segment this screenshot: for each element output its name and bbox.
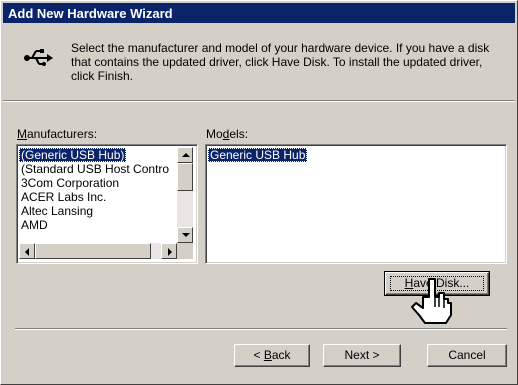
next-button[interactable]: Next > <box>323 344 401 367</box>
back-button[interactable]: < Back <box>234 344 310 367</box>
manufacturer-item[interactable]: ACER Labs Inc. <box>19 190 108 204</box>
vertical-scroll-thumb[interactable] <box>177 163 193 191</box>
manufacturers-label: Manufacturers: <box>17 127 98 141</box>
manufacturer-item[interactable]: 3Com Corporation <box>19 176 121 190</box>
instructions-text: Select the manufacturer and model of you… <box>71 41 490 83</box>
scroll-up-button[interactable] <box>177 147 193 163</box>
model-item[interactable]: Generic USB Hub <box>208 148 308 162</box>
horizontal-scroll-thumb[interactable] <box>35 243 151 259</box>
cancel-button[interactable]: Cancel <box>427 344 507 367</box>
header-divider-highlight <box>3 101 515 102</box>
manufacturer-item[interactable]: (Standard USB Host Contro <box>19 162 171 176</box>
arrow-down-icon <box>182 233 190 237</box>
scroll-down-button[interactable] <box>177 227 193 243</box>
manufacturers-list[interactable]: (Generic USB Hub) (Standard USB Host Con… <box>16 144 198 264</box>
scroll-left-button[interactable] <box>19 243 35 259</box>
arrow-up-icon <box>182 153 190 157</box>
title-bar[interactable]: Add New Hardware Wizard <box>3 3 515 23</box>
scrollbar-corner <box>177 243 193 259</box>
manufacturer-item[interactable]: Altec Lansing <box>19 204 95 218</box>
manufacturer-item[interactable]: (Generic USB Hub) <box>19 148 127 162</box>
manufacturer-item[interactable]: AMD <box>19 218 50 232</box>
models-label: Models: <box>206 127 249 141</box>
footer-divider-highlight <box>15 329 507 330</box>
wizard-header: Select the manufacturer and model of you… <box>3 23 515 99</box>
scroll-right-button[interactable] <box>161 243 177 259</box>
arrow-right-icon <box>168 248 172 256</box>
hand-pointer-icon <box>411 278 452 324</box>
usb-icon <box>24 49 53 66</box>
window-title: Add New Hardware Wizard <box>8 6 173 21</box>
models-list[interactable]: Generic USB Hub <box>205 144 507 264</box>
wizard-window: Add New Hardware Wizard Select the manuf… <box>0 0 518 385</box>
arrow-left-icon <box>25 248 29 256</box>
